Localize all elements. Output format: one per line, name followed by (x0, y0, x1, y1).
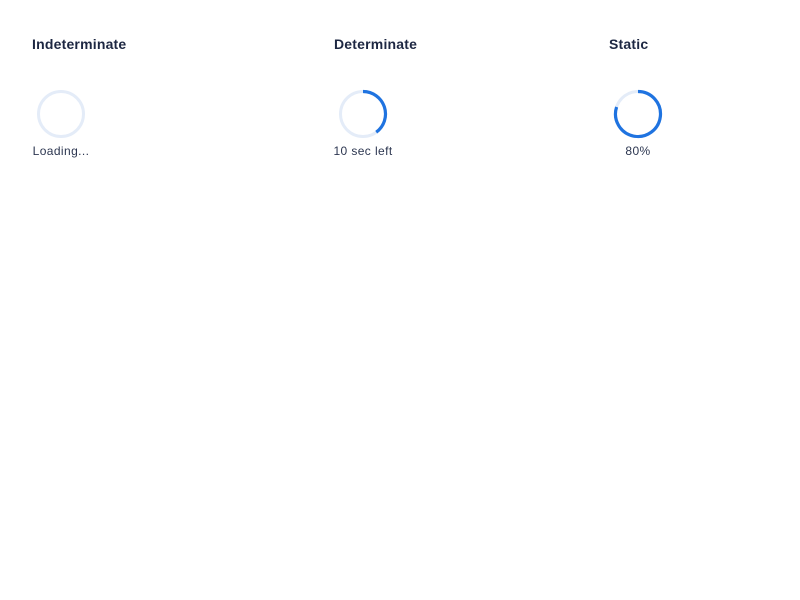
static-caption: 80% (625, 144, 651, 158)
section-title-determinate: Determinate (334, 36, 418, 52)
determinate-section: Determinate 10 sec left (333, 36, 418, 158)
section-title-indeterminate: Indeterminate (32, 36, 127, 52)
determinate-spinner (339, 89, 388, 138)
static-spinner-container: 80% (609, 88, 667, 158)
indeterminate-spinner-container: Loading... (32, 88, 90, 158)
indeterminate-section: Indeterminate Loading... (32, 36, 126, 158)
determinate-caption: 10 sec left (333, 144, 393, 158)
determinate-spinner-container: 10 sec left (333, 88, 393, 158)
indeterminate-caption: Loading... (32, 144, 90, 158)
static-spinner (613, 89, 663, 139)
section-title-static: Static (609, 36, 649, 52)
spinner-track (37, 90, 85, 138)
spinner-arc (362, 89, 388, 134)
static-section: Static 80% (609, 36, 667, 158)
indeterminate-spinner (37, 90, 85, 138)
